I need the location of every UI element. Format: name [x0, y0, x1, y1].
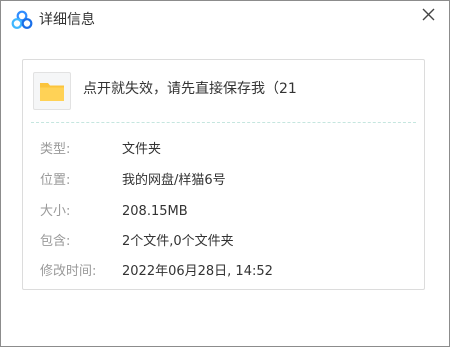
modified-time-value: 2022年06月28日, 14:52	[122, 264, 273, 279]
size-label: 大小:	[40, 204, 71, 219]
size-value: 208.15MB	[122, 204, 188, 219]
file-name: 点开就失效，请先直接保存我（21	[83, 81, 297, 97]
file-details-card: 点开就失效，请先直接保存我（21 类型: 文件夹 位置: 我的网盘/样猫6号 大…	[22, 59, 425, 290]
baidu-netdisk-logo-icon	[11, 10, 33, 30]
close-icon[interactable]	[417, 4, 441, 28]
location-label: 位置:	[40, 173, 71, 188]
contains-label: 包含:	[40, 234, 71, 249]
contains-value: 2个文件,0个文件夹	[122, 234, 234, 249]
type-value: 文件夹	[122, 142, 162, 157]
type-label: 类型:	[40, 142, 71, 157]
title-bar: 详细信息	[1, 1, 449, 39]
details-dialog: 详细信息 点开就失效，请先直接保存我（21 类型: 文件夹 位置: 我的网盘/样…	[0, 0, 450, 347]
modified-time-label: 修改时间:	[40, 264, 97, 279]
location-value: 我的网盘/样猫6号	[122, 173, 226, 188]
folder-icon	[33, 72, 71, 110]
dialog-title: 详细信息	[39, 12, 95, 28]
divider	[31, 122, 416, 123]
